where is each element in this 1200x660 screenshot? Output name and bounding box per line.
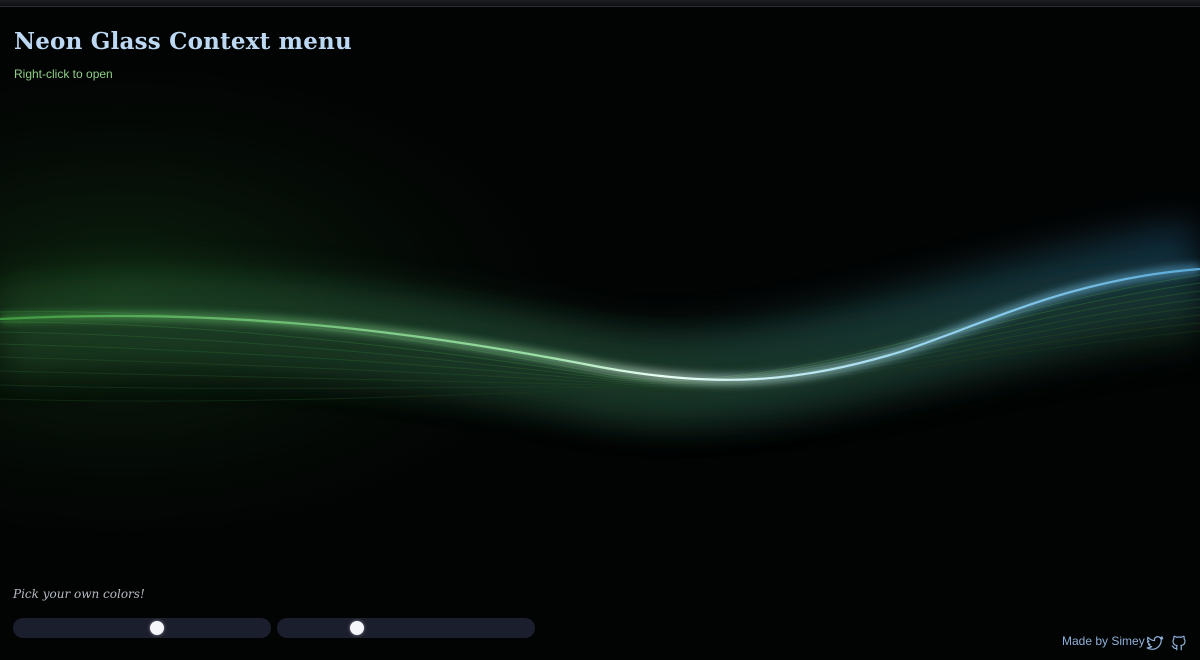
slider-thumb[interactable] <box>350 621 364 635</box>
page-subtitle: Right-click to open <box>14 67 113 81</box>
author-credit: Made by Simey <box>1062 634 1145 648</box>
neon-wave-background <box>0 7 1200 660</box>
color-slider-1[interactable] <box>13 618 271 638</box>
slider-thumb[interactable] <box>150 621 164 635</box>
page-title: Neon Glass Context menu <box>14 28 352 55</box>
github-icon[interactable] <box>1170 634 1188 652</box>
color-slider-2[interactable] <box>277 618 535 638</box>
twitter-icon[interactable] <box>1146 634 1164 652</box>
window-top-border <box>0 0 1200 7</box>
color-picker-prompt: Pick your own colors! <box>13 587 145 601</box>
